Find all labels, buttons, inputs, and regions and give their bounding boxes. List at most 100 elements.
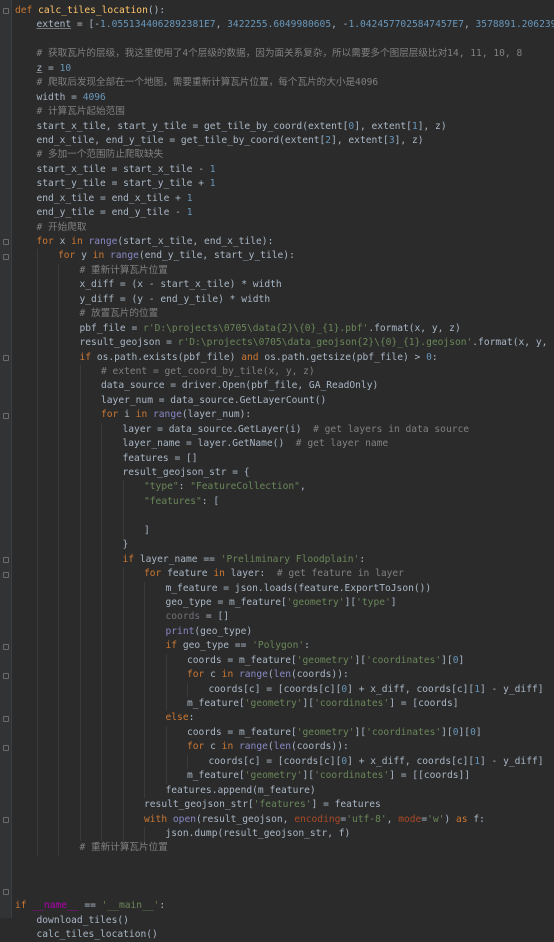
code-line[interactable]: if os.path.exists(pbf_file) and os.path.… bbox=[13, 350, 554, 365]
code-line[interactable]: else: bbox=[13, 711, 554, 726]
code-line[interactable]: geo_type = m_feature['geometry']['type'] bbox=[13, 595, 554, 611]
fold-marker-icon[interactable] bbox=[3, 672, 9, 679]
code-line[interactable]: ] bbox=[13, 523, 554, 539]
indent-guide bbox=[101, 769, 102, 784]
code-line[interactable]: m_feature['geometry']['coordinates'] = [… bbox=[13, 697, 554, 712]
code-line[interactable]: for x in range(start_x_tile, end_x_tile)… bbox=[13, 235, 554, 249]
indent-guide bbox=[58, 321, 59, 337]
code-line[interactable]: m_feature['geometry']['coordinates'] = [… bbox=[13, 769, 554, 784]
code-line[interactable]: # extent = get_coord_by_tile(x, y, z) bbox=[13, 364, 554, 380]
code-line[interactable]: "features": [ bbox=[13, 494, 554, 510]
editor-gutter[interactable] bbox=[0, 0, 12, 918]
code-token: 'geometry' bbox=[296, 726, 355, 738]
code-line[interactable]: width = 4096 bbox=[13, 91, 554, 105]
indent-guide bbox=[144, 754, 145, 770]
code-line[interactable]: end_y_tile = end_y_tile - 1 bbox=[13, 206, 554, 220]
fold-marker-icon[interactable] bbox=[3, 412, 9, 419]
code-editor[interactable]: def calc_tiles_location(): extent = [-1.0… bbox=[0, 0, 554, 940]
code-line[interactable]: for feature in layer: # get feature in l… bbox=[13, 567, 554, 582]
code-line[interactable]: def calc_tiles_location(): bbox=[13, 4, 554, 18]
code-line[interactable]: # 开始爬取 bbox=[13, 221, 554, 235]
fold-marker-icon[interactable] bbox=[3, 643, 9, 650]
indent-guide bbox=[36, 249, 38, 264]
code-line-content: y_diff = (y - end_y_tile) * width bbox=[13, 294, 271, 305]
code-line[interactable]: layer_num = data_source.GetLayerCount() bbox=[13, 393, 554, 409]
code-token: ] = [coords] bbox=[389, 698, 459, 709]
fold-marker-icon[interactable] bbox=[3, 557, 9, 564]
code-line[interactable]: coords[c] = [coords[c][0] + x_diff, coor… bbox=[13, 754, 554, 770]
code-token: 'coordinates' bbox=[314, 770, 390, 782]
code-line[interactable]: coords = [] bbox=[13, 610, 554, 625]
code-line[interactable]: download_tiles() bbox=[13, 914, 554, 928]
code-line[interactable]: # 重新计算瓦片位置 bbox=[13, 263, 554, 279]
code-line[interactable]: if layer_name == 'Preliminary Floodplain… bbox=[13, 552, 554, 568]
code-line[interactable]: coords = m_feature['geometry']['coordina… bbox=[13, 653, 554, 669]
code-line[interactable]: result_geojson_str['features'] = feature… bbox=[13, 798, 554, 813]
code-line[interactable]: if __name__ == '__main__': bbox=[13, 899, 554, 913]
fold-marker-icon[interactable] bbox=[3, 354, 9, 361]
fold-marker-icon[interactable] bbox=[3, 571, 9, 578]
code-line[interactable]: for c in range(len(coords)): bbox=[13, 668, 554, 683]
code-line[interactable] bbox=[13, 885, 554, 899]
indent-guide bbox=[36, 364, 38, 380]
code-line[interactable]: coords = m_feature['geometry']['coordina… bbox=[13, 725, 554, 741]
code-line[interactable]: start_y_tile = start_y_tile + 1 bbox=[13, 177, 554, 191]
indent-guide bbox=[58, 826, 59, 842]
fold-marker-icon[interactable] bbox=[3, 8, 9, 14]
code-line[interactable]: # 放置瓦片的位置 bbox=[13, 307, 554, 322]
code-line[interactable]: z = 10 bbox=[13, 62, 554, 76]
code-line[interactable]: features = [] bbox=[13, 451, 554, 466]
indent-guide bbox=[165, 653, 167, 669]
code-line[interactable]: # 爬取后发现全部在一个地图，需要重新计算瓦片位置，每个瓦片的大小是4096 bbox=[13, 76, 554, 90]
indent-guide bbox=[122, 798, 124, 813]
code-line[interactable]: pbf_file = r'D:\projects\0705\data{2}\{0… bbox=[13, 321, 554, 337]
code-token: if bbox=[122, 553, 140, 565]
code-line[interactable]: } bbox=[13, 538, 554, 553]
code-line[interactable]: layer = data_source.GetLayer(i) # get la… bbox=[13, 422, 554, 438]
code-line[interactable]: layer_name = layer.GetName() # get layer… bbox=[13, 437, 554, 452]
indent-guide bbox=[58, 754, 59, 770]
fold-marker-icon[interactable] bbox=[3, 716, 9, 723]
code-line[interactable]: y_diff = (y - end_y_tile) * width bbox=[13, 292, 554, 308]
code-line[interactable]: m_feature = json.loads(feature.ExportToJ… bbox=[13, 581, 554, 596]
indent-guide bbox=[101, 451, 102, 466]
code-line[interactable]: start_x_tile = start_x_tile - 1 bbox=[13, 163, 554, 177]
code-line[interactable]: end_x_tile = end_x_tile + 1 bbox=[13, 192, 554, 206]
code-token: ], z) bbox=[417, 120, 447, 132]
code-area[interactable]: def calc_tiles_location(): extent = [-1.0… bbox=[13, 4, 554, 942]
code-line[interactable]: end_x_tile, end_y_tile = get_tile_by_coo… bbox=[13, 134, 554, 148]
code-line[interactable] bbox=[13, 856, 554, 870]
code-line[interactable]: json.dump(result_geojson_str, f) bbox=[13, 826, 554, 842]
fold-marker-icon[interactable] bbox=[3, 253, 9, 260]
code-line-content: layer_name = layer.GetName() # get layer… bbox=[13, 438, 389, 449]
code-line-content: for c in range(len(coords)): bbox=[13, 669, 349, 680]
code-line[interactable] bbox=[13, 509, 554, 524]
fold-marker-icon[interactable] bbox=[3, 889, 9, 896]
code-line[interactable]: result_geojson = r'D:\projects\0705\data… bbox=[13, 336, 554, 351]
code-line[interactable]: x_diff = (x - start_x_tile) * width bbox=[13, 278, 554, 293]
code-line[interactable]: # 计算瓦片起始范围 bbox=[13, 105, 554, 119]
code-line[interactable]: # 获取瓦片的层级，我这里使用了4个层级的数据，因为面关系复杂，所以需要多个图层… bbox=[13, 47, 554, 61]
code-line[interactable]: print(geo_type) bbox=[13, 624, 554, 640]
fold-marker-icon[interactable] bbox=[3, 744, 9, 751]
fold-marker-icon[interactable] bbox=[3, 817, 9, 824]
fold-marker-icon[interactable] bbox=[3, 239, 9, 246]
code-line[interactable]: extent = [-1.0551344062892381E7, 3422255… bbox=[13, 18, 554, 32]
code-line[interactable]: features.append(m_feature) bbox=[13, 783, 554, 799]
code-line[interactable]: result_geojson_str = { bbox=[13, 466, 554, 481]
code-line[interactable]: start_x_tile, start_y_tile = get_tile_by… bbox=[13, 120, 554, 134]
code-line[interactable]: data_source = driver.Open(pbf_file, GA_R… bbox=[13, 379, 554, 394]
code-line[interactable]: if geo_type == 'Polygon': bbox=[13, 639, 554, 654]
code-line[interactable]: with open(result_geojson, encoding='utf-… bbox=[13, 812, 554, 827]
code-line[interactable]: coords[c] = [coords[c][0] + x_diff, coor… bbox=[13, 682, 554, 697]
code-line[interactable]: calc_tiles_location() bbox=[13, 928, 554, 942]
code-line[interactable] bbox=[13, 33, 554, 47]
code-line[interactable]: for c in range(len(coords)): bbox=[13, 740, 554, 755]
code-line[interactable] bbox=[13, 870, 554, 884]
code-line-content: end_x_tile = end_x_tile + 1 bbox=[13, 193, 193, 204]
code-line[interactable]: # 重新计算瓦片位置 bbox=[13, 841, 554, 856]
code-line[interactable]: # 多加一个范围防止爬取缺失 bbox=[13, 148, 554, 162]
code-line[interactable]: for y in range(end_y_tile, start_y_tile)… bbox=[13, 249, 554, 264]
code-line[interactable]: for i in range(layer_num): bbox=[13, 408, 554, 423]
code-line[interactable]: "type": "FeatureCollection", bbox=[13, 480, 554, 495]
